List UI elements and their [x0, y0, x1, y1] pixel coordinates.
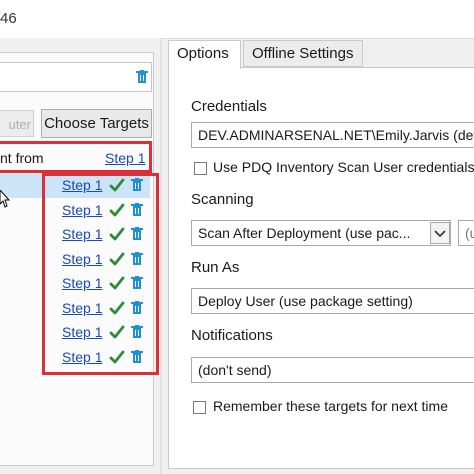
scanning-select[interactable]: Scan After Deployment (use pac...: [191, 220, 451, 246]
trash-icon[interactable]: [136, 70, 148, 84]
mouse-cursor-icon: [0, 190, 10, 208]
scanning-dropdown-arrow[interactable]: [430, 222, 450, 244]
run-as-label: Run As: [191, 259, 240, 276]
credentials-label: Credentials: [191, 98, 267, 115]
title-bar: 46: [0, 0, 474, 39]
tab-options[interactable]: Options: [168, 40, 241, 69]
scanning-extra-field[interactable]: (u: [458, 220, 474, 246]
remember-targets-label: Remember these targets for next time: [213, 398, 448, 414]
notifications-select[interactable]: (don't send): [191, 357, 474, 383]
window-title: 46: [0, 10, 17, 27]
use-scan-user-label: Use PDQ Inventory Scan User credentials: [213, 159, 474, 175]
highlight-box-header: [0, 141, 152, 173]
notifications-label: Notifications: [191, 327, 273, 344]
pane-divider: [160, 38, 162, 474]
tab-offline-settings[interactable]: Offline Settings: [243, 40, 363, 67]
highlight-box-steps: [42, 173, 159, 375]
scanning-label: Scanning: [191, 191, 254, 208]
use-scan-user-checkbox[interactable]: [194, 162, 207, 175]
credentials-field[interactable]: DEV.ADMINARSENAL.NET\Emily.Jarvis (defa: [191, 122, 474, 148]
chevron-down-icon: [434, 230, 446, 238]
remember-targets-checkbox[interactable]: [193, 401, 206, 414]
add-computer-button[interactable]: uter: [0, 110, 34, 137]
target-input[interactable]: [0, 62, 152, 92]
run-as-select[interactable]: Deploy User (use package setting): [191, 288, 474, 314]
choose-targets-button[interactable]: Choose Targets: [41, 109, 152, 138]
